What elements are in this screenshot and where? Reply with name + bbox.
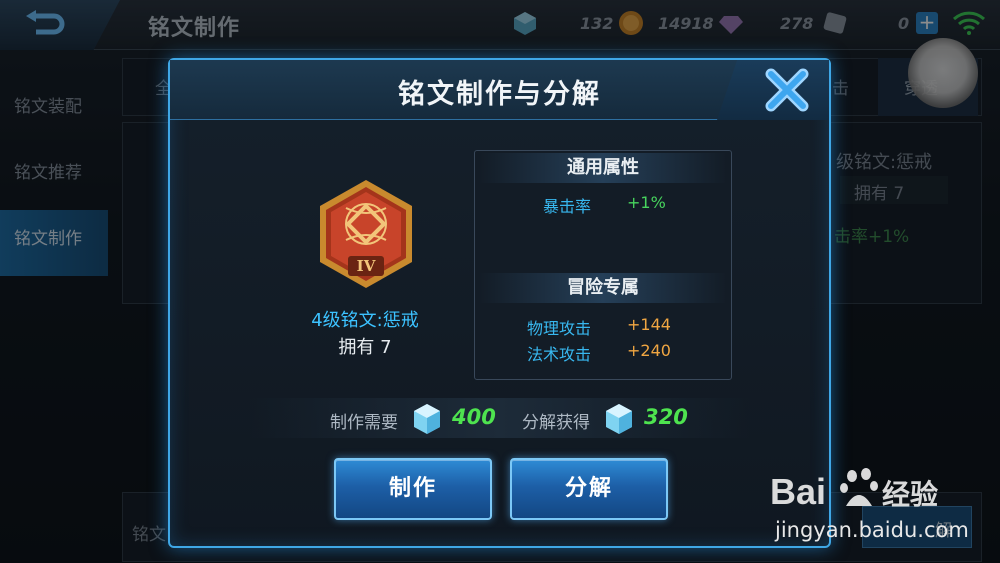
decompose-gain-label: 分解获得	[522, 413, 590, 433]
craft-cost-label: 制作需要	[330, 413, 398, 433]
svg-text:经验: 经验	[882, 478, 938, 511]
attribute-value: +240	[627, 341, 671, 360]
rune-owned-count: 拥有 7	[338, 337, 392, 358]
attribute-label: 物理攻击	[526, 319, 591, 338]
crystal-gem-icon	[606, 404, 632, 434]
rune-name: 4级铭文:惩戒	[311, 310, 419, 331]
craft-cost-value: 400	[452, 405, 496, 429]
craft-button[interactable]: 制作	[334, 458, 492, 520]
attribute-label: 暴击率	[542, 197, 591, 216]
svg-text:Bai: Bai	[770, 471, 826, 512]
crystal-gem-icon	[414, 404, 440, 434]
attribute-panel: 通用属性 暴击率 +1% 冒险专属 物理攻击 +144 法术攻击 +240	[474, 150, 732, 380]
decompose-gain-value: 320	[644, 405, 688, 429]
close-icon	[765, 68, 809, 112]
attribute-label: 法术攻击	[526, 345, 591, 364]
rune-tier-label: IV	[357, 257, 376, 275]
cost-row: 制作需要 400 分解获得 320	[250, 398, 750, 438]
rune-craft-dialog: 铭文制作与分解 IV 4级铭文:惩戒 拥有 7 通用属性 暴击率 +1% 冒险专…	[168, 58, 831, 548]
decompose-button[interactable]: 分解	[510, 458, 668, 520]
attribute-value: +144	[627, 315, 671, 334]
adventure-attributes-header: 冒险专属	[479, 273, 727, 303]
watermark-url: jingyan.baidu.com	[775, 518, 969, 542]
rune-medal-icon: IV	[320, 180, 412, 288]
baidu-watermark-logo: Bai 经验	[770, 468, 938, 512]
attribute-value: +1%	[627, 193, 666, 212]
general-attributes-header: 通用属性	[479, 153, 727, 183]
dialog-header: 铭文制作与分解	[170, 60, 829, 120]
close-button[interactable]	[717, 60, 829, 120]
